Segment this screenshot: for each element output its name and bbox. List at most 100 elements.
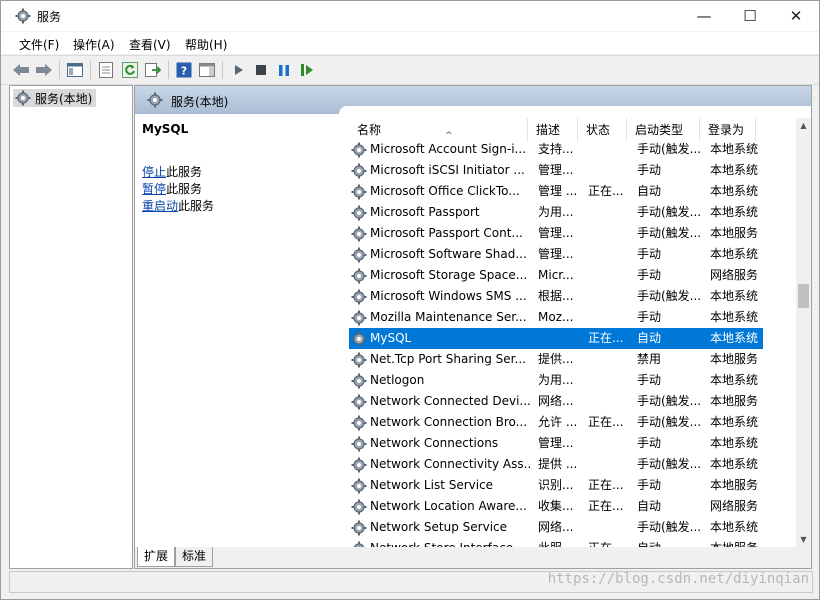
- show-action-pane-icon[interactable]: [197, 60, 217, 80]
- back-arrow-icon[interactable]: [11, 60, 31, 80]
- table-row[interactable]: Net.Tcp Port Sharing Ser... 提供... 禁用 本地服务: [349, 349, 763, 370]
- selected-service-name: MySQL: [142, 122, 189, 136]
- service-startup-type-cell: 手动: [637, 247, 662, 261]
- menu-help[interactable]: 帮助(H): [185, 36, 227, 53]
- restart-service-icon[interactable]: [297, 60, 317, 80]
- table-row[interactable]: Microsoft Software Shad... 管理... 手动 本地系统: [349, 244, 763, 265]
- table-row[interactable]: Microsoft Storage Space... Micr... 手动 网络服务: [349, 265, 763, 286]
- gear-icon: [147, 92, 163, 108]
- service-gear-icon: [351, 184, 367, 200]
- menu-view[interactable]: 查看(V): [129, 36, 171, 53]
- service-gear-icon: [351, 331, 367, 347]
- services-list: 名称 ^ 描述 状态 启动类型 登录为 Microsoft Account Sig…: [339, 106, 811, 547]
- tab-extended[interactable]: 扩展: [137, 547, 176, 567]
- forward-arrow-icon[interactable]: [34, 60, 54, 80]
- service-name-cell: Netlogon: [370, 373, 425, 387]
- export-list-icon[interactable]: [143, 60, 163, 80]
- scrollbar-thumb[interactable]: [798, 284, 809, 308]
- service-startup-type-cell: 手动(触发...: [637, 289, 702, 303]
- service-startup-type-cell: 手动: [637, 310, 662, 324]
- service-description-cell: 提供...: [538, 352, 574, 366]
- service-startup-type-cell: 手动: [637, 478, 662, 492]
- service-logon-cell: 本地系统: [710, 163, 759, 177]
- close-button[interactable]: ✕: [773, 1, 819, 31]
- service-gear-icon: [351, 247, 367, 263]
- table-row[interactable]: Network Connectivity Ass... 提供 ... 手动(触发..…: [349, 454, 763, 475]
- service-description-cell: Micr...: [538, 268, 574, 282]
- table-row[interactable]: Network Connected Devi... 网络... 手动(触发... 本地…: [349, 391, 763, 412]
- stop-service-icon[interactable]: [251, 60, 271, 80]
- minimize-button[interactable]: —: [681, 1, 727, 31]
- service-gear-icon: [351, 394, 367, 410]
- menu-action[interactable]: 操作(A): [73, 36, 115, 53]
- service-gear-icon: [351, 289, 367, 305]
- service-status-cell: 正在...: [588, 499, 624, 513]
- table-row[interactable]: Microsoft Passport Cont... 管理... 手动(触发... 本…: [349, 223, 763, 244]
- action-suffix: 此服务: [166, 182, 203, 196]
- table-row[interactable]: Mozilla Maintenance Ser... Moz... 手动 本地系统: [349, 307, 763, 328]
- service-logon-cell: 本地系统: [710, 415, 759, 429]
- service-logon-cell: 本地系统: [710, 205, 759, 219]
- service-name-cell: Network List Service: [370, 478, 494, 492]
- table-row[interactable]: MySQL 正在... 自动 本地系统: [349, 328, 763, 349]
- table-row[interactable]: Netlogon 为用... 手动 本地系统: [349, 370, 763, 391]
- show-hide-tree-icon[interactable]: [65, 60, 85, 80]
- service-actions: 停止此服务 暂停此服务 重启动此服务: [142, 164, 214, 215]
- refresh-icon[interactable]: [120, 60, 140, 80]
- start-service-icon[interactable]: [229, 60, 249, 80]
- services-window: 服务 — ☐ ✕ 文件(F) 操作(A) 查看(V) 帮助(H) ? 服务(本地…: [0, 0, 820, 600]
- tab-standard[interactable]: 标准: [175, 547, 214, 567]
- service-name-cell: Network Connected Devi...: [370, 394, 530, 408]
- vertical-scrollbar[interactable]: ▲ ▼: [796, 118, 811, 547]
- table-row[interactable]: Network Setup Service 网络... 手动(触发... 本地系统: [349, 517, 763, 538]
- service-logon-cell: 网络服务: [710, 268, 759, 282]
- action-suffix: 此服务: [178, 199, 215, 213]
- table-row[interactable]: Microsoft Office ClickTo... 管理 ... 正在... 自动…: [349, 181, 763, 202]
- service-name-cell: Network Connectivity Ass...: [370, 457, 530, 471]
- table-row[interactable]: Network Connection Bro... 允许 ... 正在... 手动(触…: [349, 412, 763, 433]
- help-icon[interactable]: ?: [174, 60, 194, 80]
- table-row[interactable]: Microsoft Account Sign-i... 支持... 手动(触发...…: [349, 139, 763, 160]
- service-description-cell: Moz...: [538, 310, 574, 324]
- pause-service-icon[interactable]: [274, 60, 294, 80]
- service-name-cell: Microsoft Account Sign-i...: [370, 142, 526, 156]
- service-description-cell: 管理...: [538, 226, 574, 240]
- table-row[interactable]: Network List Service 识别... 正在... 手动 本地服务: [349, 475, 763, 496]
- menu-file[interactable]: 文件(F): [19, 36, 59, 53]
- properties-icon[interactable]: [96, 60, 116, 80]
- service-description-cell: 支持...: [538, 142, 574, 156]
- stop-service-link[interactable]: 停止: [142, 165, 166, 179]
- gear-icon: [15, 90, 31, 106]
- service-startup-type-cell: 手动(触发...: [637, 457, 702, 471]
- maximize-button[interactable]: ☐: [727, 1, 773, 31]
- service-startup-type-cell: 手动(触发...: [637, 415, 702, 429]
- service-gear-icon: [351, 142, 367, 158]
- service-status-cell: 正在...: [588, 415, 624, 429]
- scroll-up-icon[interactable]: ▲: [796, 118, 811, 133]
- service-description-cell: 管理...: [538, 247, 574, 261]
- service-gear-icon: [351, 373, 367, 389]
- table-row[interactable]: Network Connections 管理... 手动 本地系统: [349, 433, 763, 454]
- svg-text:?: ?: [181, 65, 187, 78]
- service-gear-icon: [351, 436, 367, 452]
- service-logon-cell: 网络服务: [710, 499, 759, 513]
- table-row[interactable]: Network Store Interface ... 此服... 正在... 自动本…: [349, 538, 763, 547]
- service-description-cell: 提供 ...: [538, 457, 578, 471]
- service-description-cell: 此服...: [538, 538, 580, 547]
- pane-header-title: 服务(本地): [171, 95, 229, 109]
- table-row[interactable]: Network Location Aware... 收集... 正在... 自动 网络服…: [349, 496, 763, 517]
- scroll-down-icon[interactable]: ▼: [796, 532, 811, 547]
- action-stop: 停止此服务: [142, 164, 214, 181]
- service-startup-type-cell: 手动: [637, 373, 662, 387]
- table-row[interactable]: Microsoft Windows SMS ... 根据... 手动(触发... 本地…: [349, 286, 763, 307]
- table-row[interactable]: Microsoft Passport 为用... 手动(触发... 本地系统: [349, 202, 763, 223]
- tree-item-services-local[interactable]: 服务(本地): [13, 89, 97, 107]
- services-rows: Microsoft Account Sign-i... 支持... 手动(触发...…: [349, 139, 763, 547]
- table-row[interactable]: Microsoft iSCSI Initiator ... 管理... 手动 本地系统: [349, 160, 763, 181]
- action-restart: 重启动此服务: [142, 198, 214, 215]
- service-description-cell: 网络...: [538, 520, 574, 534]
- restart-service-link[interactable]: 重启动: [142, 199, 178, 213]
- service-gear-icon: [351, 478, 367, 494]
- service-logon-cell: 本地系统: [710, 436, 759, 450]
- pause-service-link[interactable]: 暂停: [142, 182, 166, 196]
